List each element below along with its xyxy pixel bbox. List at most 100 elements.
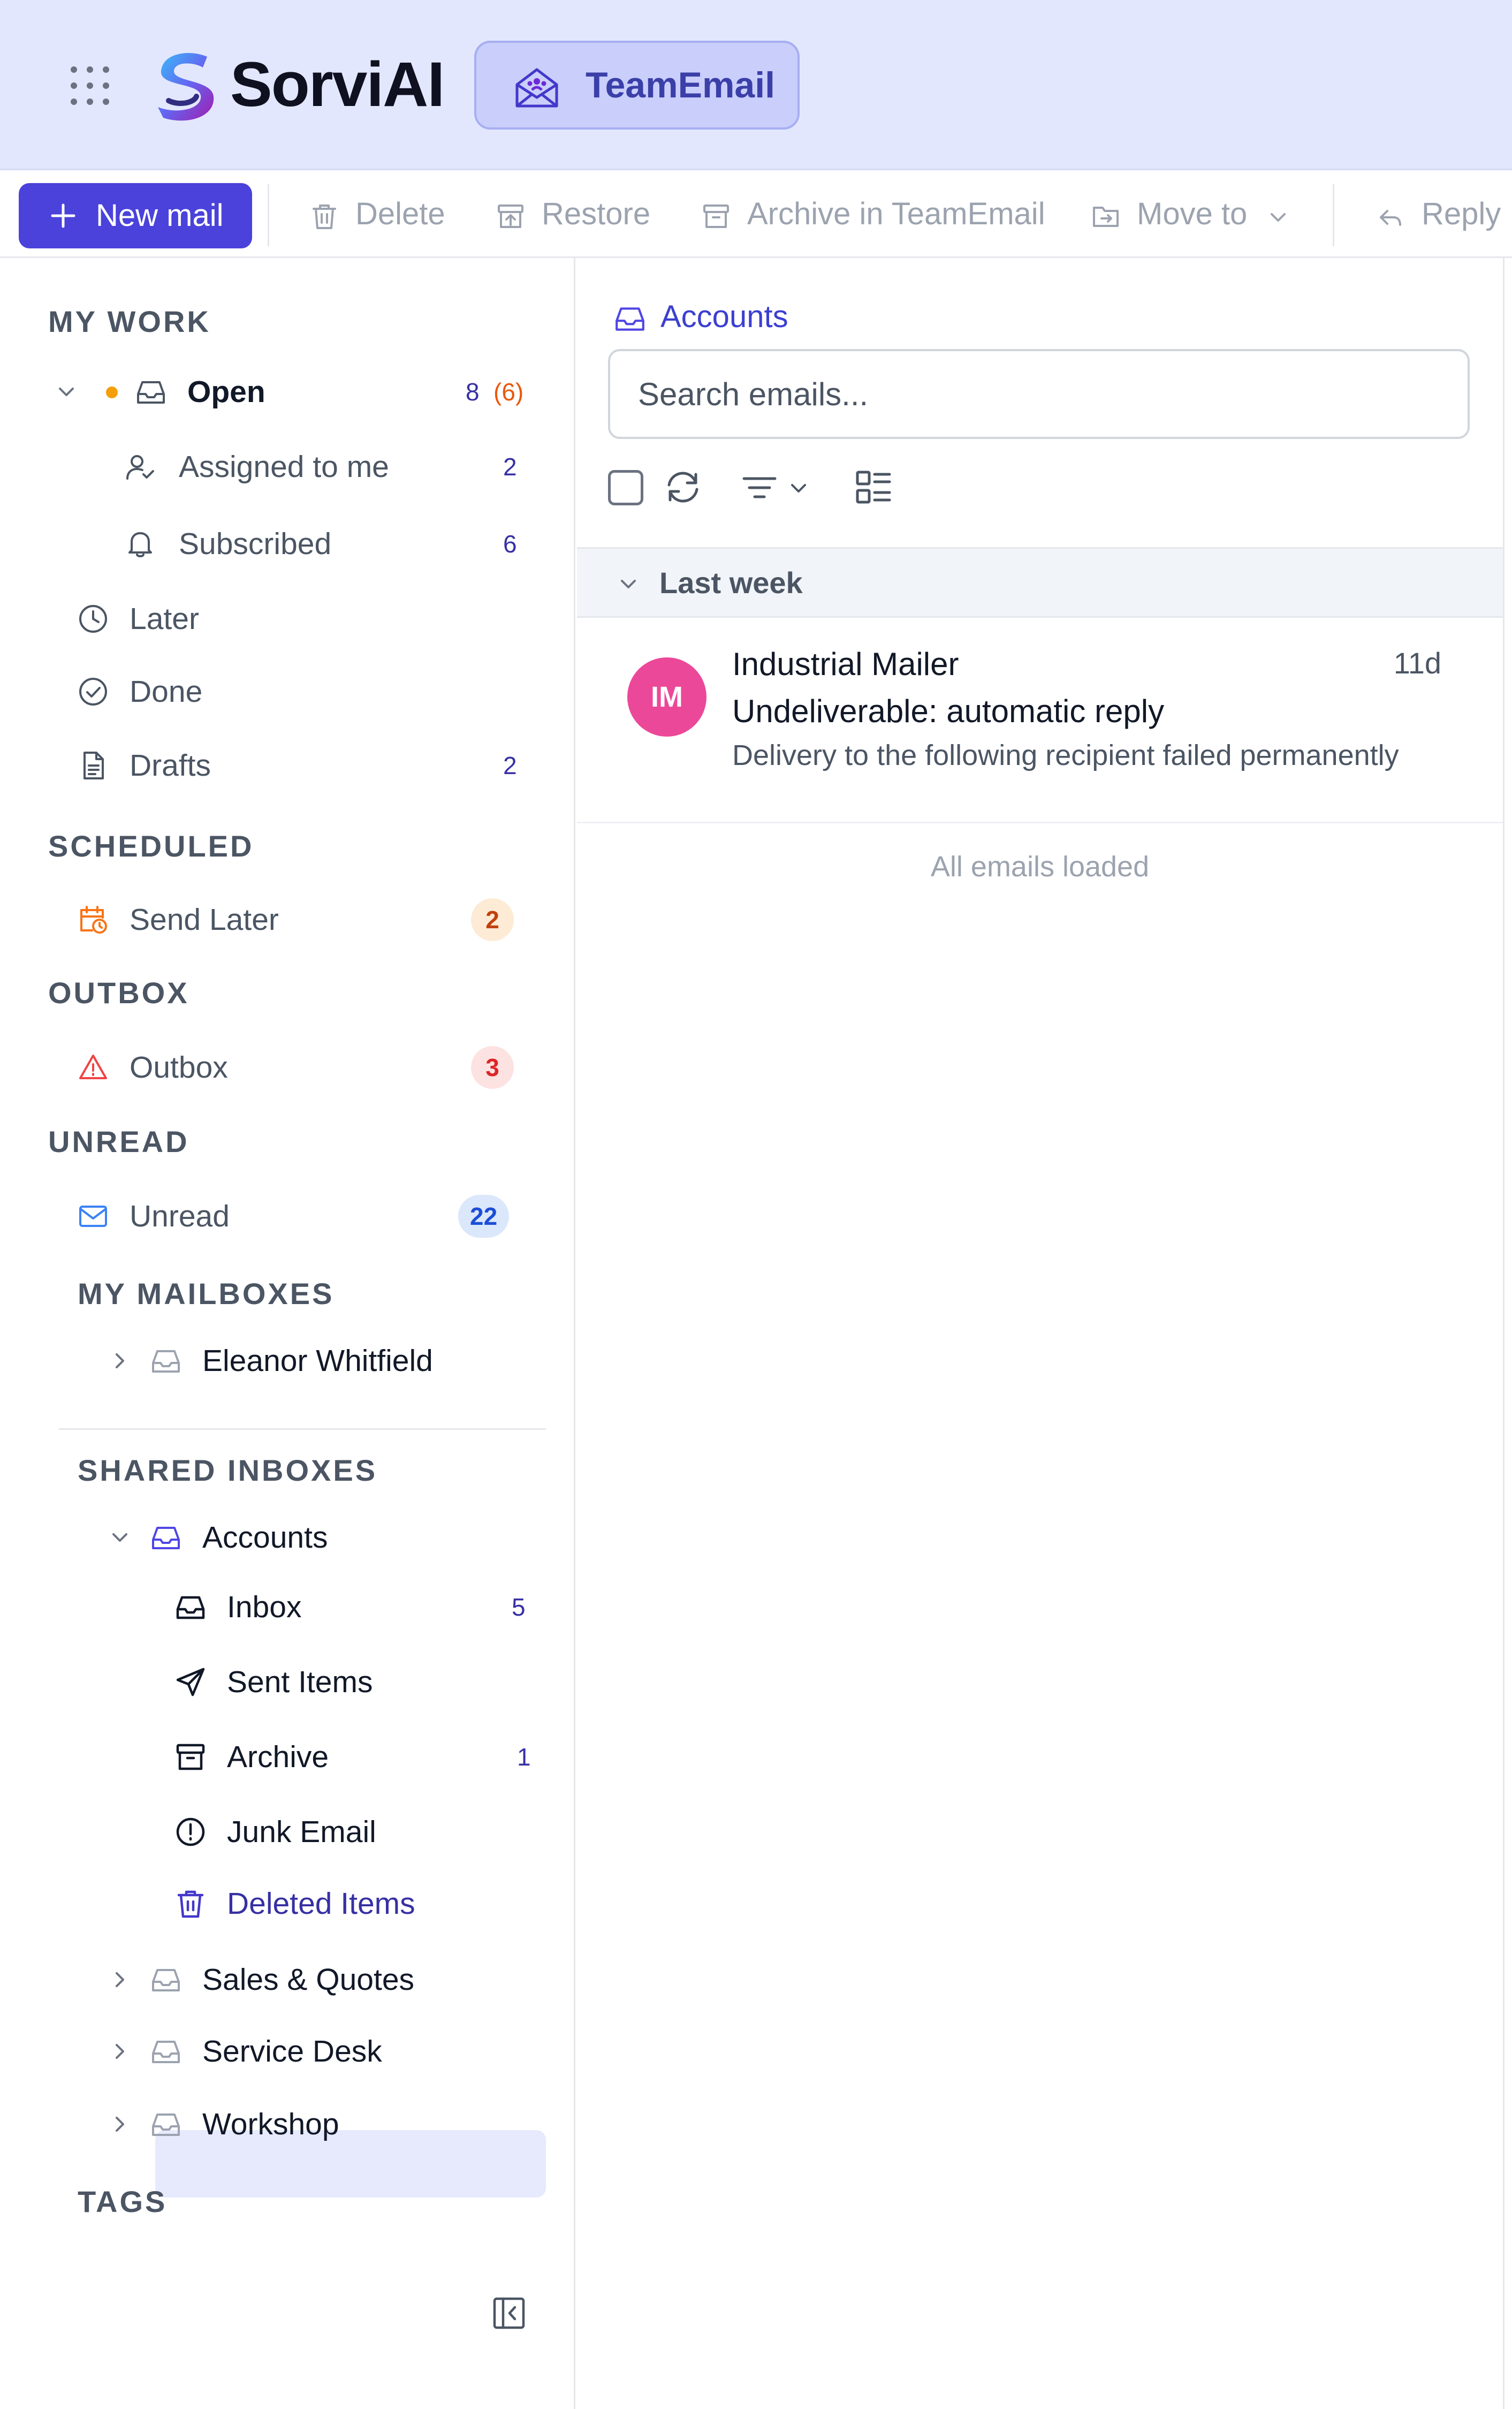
- chevron-down-icon: [618, 573, 639, 595]
- restore-box-icon: [496, 201, 526, 231]
- email-preview: Delivery to the following recipient fail…: [732, 739, 1399, 771]
- assigned-to-me-label: Assigned to me: [179, 450, 389, 484]
- refresh-button[interactable]: [663, 467, 703, 507]
- user-check-icon: [124, 451, 156, 483]
- bell-icon: [124, 528, 156, 560]
- my-work-heading: MY WORK: [48, 305, 211, 338]
- collapse-sidebar-icon[interactable]: [491, 2296, 527, 2331]
- folder-sent-items[interactable]: Sent Items: [155, 1650, 546, 1714]
- check-circle-icon: [77, 676, 109, 708]
- filter-dropdown-button[interactable]: [741, 470, 810, 505]
- navigation-sidebar: MY WORK Open 8 (6) Assigned to me 2 Subs…: [0, 258, 575, 2409]
- open-count: 8: [466, 378, 480, 406]
- toolbar-separator: [268, 184, 269, 246]
- filter-lines-icon: [742, 477, 777, 498]
- sent-items-label: Sent Items: [227, 1665, 373, 1699]
- warning-triangle-icon: [77, 1051, 109, 1084]
- envelope-icon: [77, 1200, 109, 1232]
- pane-border: [1503, 258, 1505, 2409]
- email-list-pane: Accounts Last week IM Industrial Mailer …: [577, 258, 1504, 2409]
- sidebar-item-assigned-to-me[interactable]: Assigned to me 2: [48, 435, 546, 499]
- search-emails-input[interactable]: [608, 349, 1470, 439]
- folder-archive[interactable]: Archive 1: [155, 1725, 546, 1789]
- action-toolbar: New mail Delete Restore Archive in TeamE…: [0, 170, 1512, 258]
- restore-button[interactable]: Restore: [496, 186, 656, 242]
- shared-inboxes-heading: SHARED INBOXES: [78, 1453, 378, 1487]
- workspace-switcher-teamemail[interactable]: TeamEmail: [474, 41, 800, 130]
- app-name: SorviAI: [230, 49, 445, 120]
- email-list-item[interactable]: IM Industrial Mailer 11d Undeliverable: …: [577, 618, 1503, 823]
- inbox-count: 5: [512, 1593, 526, 1621]
- service-desk-label: Service Desk: [202, 2034, 382, 2069]
- sidebar-item-subscribed[interactable]: Subscribed 6: [48, 512, 546, 576]
- archive-count: 1: [517, 1743, 531, 1771]
- reply-arrow-icon: [1376, 201, 1405, 231]
- inbox-tray-icon: [613, 302, 647, 335]
- outbox-heading: OUTBOX: [48, 976, 189, 1010]
- sidebar-item-open[interactable]: Open 8 (6): [48, 360, 546, 424]
- my-mailboxes-heading: MY MAILBOXES: [78, 1277, 335, 1310]
- assigned-count: 2: [503, 453, 517, 481]
- view-options-button[interactable]: [854, 468, 893, 506]
- email-subject: Undeliverable: automatic reply: [732, 693, 1165, 729]
- email-time: 11d: [1393, 646, 1441, 680]
- inbox-tray-icon: [150, 1964, 182, 1996]
- outbox-label: Outbox: [130, 1050, 228, 1085]
- sidebar-item-send-later[interactable]: Send Later 2: [48, 888, 546, 952]
- folder-junk-email[interactable]: Junk Email: [155, 1800, 546, 1864]
- delete-button[interactable]: Delete: [309, 186, 454, 242]
- sidebar-item-unread[interactable]: Unread 22: [48, 1184, 546, 1248]
- later-label: Later: [130, 602, 199, 636]
- list-end-status: All emails loaded: [930, 851, 1150, 883]
- sidebar-divider: [59, 1428, 546, 1430]
- unread-heading: UNREAD: [48, 1125, 189, 1158]
- move-folder-icon: [1091, 201, 1121, 231]
- new-mail-button[interactable]: New mail: [19, 183, 252, 248]
- trash-icon: [174, 1888, 207, 1920]
- sidebar-item-outbox[interactable]: Outbox 3: [48, 1035, 546, 1100]
- subscribed-label: Subscribed: [179, 527, 332, 561]
- chevron-down-icon: [56, 381, 77, 403]
- sidebar-item-eleanor-whitfield[interactable]: Eleanor Whitfield: [102, 1329, 546, 1393]
- team-envelope-icon: [513, 63, 561, 111]
- archive-label: Archive in TeamEmail: [747, 196, 1045, 231]
- toolbar-separator: [1333, 184, 1334, 246]
- sidebar-item-later[interactable]: Later: [48, 587, 546, 651]
- sidebar-item-service-desk[interactable]: Service Desk: [102, 2019, 546, 2084]
- chevron-right-icon: [109, 1350, 131, 1372]
- archive-label: Archive: [227, 1740, 329, 1774]
- folder-deleted-items[interactable]: Deleted Items: [155, 1872, 546, 1936]
- plus-icon: [51, 203, 75, 228]
- app-launcher-grid-icon[interactable]: [69, 64, 111, 107]
- drafts-label: Drafts: [130, 748, 211, 783]
- send-later-label: Send Later: [130, 903, 279, 937]
- sidebar-item-done[interactable]: Done: [48, 660, 546, 724]
- group-label: Last week: [659, 566, 803, 600]
- send-later-badge: 2: [471, 898, 514, 941]
- inbox-tray-icon: [150, 1345, 182, 1377]
- sidebar-item-drafts[interactable]: Drafts 2: [48, 733, 546, 798]
- inbox-tray-icon: [135, 376, 167, 408]
- reply-button[interactable]: Reply: [1376, 186, 1504, 242]
- move-to-button[interactable]: Move to: [1091, 186, 1294, 242]
- clock-icon: [77, 603, 109, 635]
- sales-quotes-label: Sales & Quotes: [202, 1963, 415, 1997]
- select-all-checkbox[interactable]: [608, 470, 643, 505]
- scheduled-heading: SCHEDULED: [48, 829, 254, 863]
- chevron-right-icon: [109, 2113, 131, 2135]
- deleted-items-label: Deleted Items: [227, 1887, 415, 1921]
- archive-box-icon: [701, 201, 731, 231]
- reply-label: Reply: [1422, 196, 1501, 231]
- refresh-icon: [667, 472, 698, 503]
- sidebar-item-sales-quotes[interactable]: Sales & Quotes: [102, 1948, 546, 2012]
- sidebar-item-workshop[interactable]: Workshop: [102, 2092, 546, 2156]
- sidebar-item-accounts[interactable]: Accounts: [102, 1505, 546, 1570]
- folder-inbox[interactable]: Inbox 5: [155, 1575, 546, 1639]
- inbox-tray-icon: [150, 2108, 182, 2140]
- restore-label: Restore: [542, 196, 651, 231]
- tags-heading: TAGS: [78, 2185, 168, 2218]
- inbox-label: Inbox: [227, 1590, 302, 1624]
- group-header-last-week[interactable]: Last week: [577, 547, 1503, 618]
- open-unread-count: (6): [493, 378, 524, 406]
- archive-in-teamemail-button[interactable]: Archive in TeamEmail: [701, 186, 1054, 242]
